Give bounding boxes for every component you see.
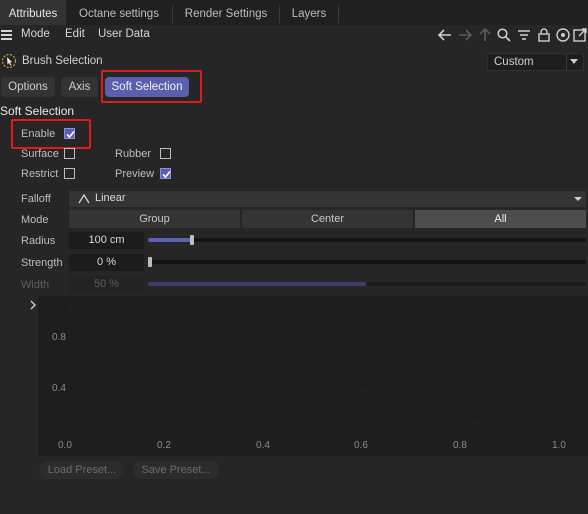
tab-divider — [338, 5, 339, 23]
search-icon[interactable] — [496, 27, 512, 43]
surface-checkbox[interactable] — [64, 148, 75, 159]
width-slider-fill — [148, 282, 366, 286]
mode-center-button[interactable]: Center — [242, 210, 413, 228]
graph-x-tick: 1.0 — [552, 440, 566, 451]
mode-group-button[interactable]: Group — [69, 210, 240, 228]
menu-mode[interactable]: Mode — [21, 28, 50, 40]
tab-layers[interactable]: Layers — [280, 0, 338, 27]
strength-slider-thumb[interactable] — [148, 257, 152, 267]
linear-falloff-icon — [78, 194, 90, 204]
highlight-box — [11, 119, 91, 149]
graph-grid — [65, 296, 559, 447]
rubber-checkbox[interactable] — [160, 148, 171, 159]
tab-attributes[interactable]: Attributes — [0, 0, 66, 27]
graph-x-tick: 0.0 — [58, 440, 72, 451]
graph-y-tick: 0.8 — [52, 332, 66, 343]
lock-icon[interactable] — [536, 27, 552, 43]
brush-tool-icon — [1, 53, 17, 69]
load-preset-button[interactable]: Load Preset... — [39, 461, 125, 479]
mode-all-button[interactable]: All — [415, 210, 586, 228]
graph-x-tick: 0.4 — [256, 440, 270, 451]
strength-field[interactable]: 0 % — [69, 254, 144, 271]
chevron-down-icon — [570, 59, 578, 64]
arrow-right-icon[interactable] — [457, 27, 473, 43]
radius-slider-track[interactable] — [148, 238, 586, 242]
falloff-label: Falloff — [21, 193, 51, 205]
menu-edit[interactable]: Edit — [65, 28, 85, 40]
strength-slider-track[interactable] — [148, 260, 586, 264]
radius-slider-thumb[interactable] — [190, 235, 194, 245]
subtab-axis[interactable]: Axis — [61, 77, 98, 97]
falloff-graph[interactable]: 0.8 0.4 0.0 0.2 0.4 0.6 0.8 1.0 — [38, 296, 588, 456]
falloff-dropdown[interactable]: Linear — [69, 191, 586, 207]
restrict-checkbox[interactable] — [64, 168, 75, 179]
mode-label: Mode — [21, 214, 49, 226]
width-label: Width — [21, 279, 50, 291]
width-field: 50 % — [69, 276, 144, 293]
radius-field[interactable]: 100 cm — [69, 232, 144, 249]
radius-label: Radius — [21, 235, 56, 247]
filter-icon[interactable] — [516, 27, 532, 43]
subtab-options[interactable]: Options — [1, 77, 55, 97]
check-icon — [162, 170, 171, 179]
graph-x-tick: 0.6 — [354, 440, 368, 451]
strength-label: Strength — [21, 257, 63, 269]
rubber-label: Rubber — [115, 148, 152, 160]
menu-user-data[interactable]: User Data — [98, 28, 150, 40]
object-title: Brush Selection — [22, 55, 103, 67]
graph-x-tick: 0.8 — [453, 440, 467, 451]
save-preset-button[interactable]: Save Preset... — [133, 461, 219, 479]
preset-value: Custom — [494, 56, 534, 68]
preview-checkbox[interactable] — [160, 168, 171, 179]
section-title: Soft Selection — [0, 104, 75, 118]
preset-dropdown[interactable]: Custom — [487, 53, 584, 71]
chevron-right-icon[interactable] — [28, 299, 38, 311]
new-window-icon[interactable] — [572, 27, 588, 43]
graph-x-tick: 0.2 — [157, 440, 171, 451]
arrow-left-icon[interactable] — [437, 27, 453, 43]
hamburger-menu-icon[interactable] — [1, 30, 12, 40]
falloff-value: Linear — [95, 192, 126, 204]
surface-label: Surface — [21, 148, 59, 160]
restrict-label: Restrict — [21, 168, 59, 180]
chevron-down-icon — [574, 197, 582, 201]
tab-octane-settings[interactable]: Octane settings — [66, 0, 172, 27]
graph-y-tick: 0.4 — [52, 383, 66, 394]
target-icon[interactable] — [555, 27, 571, 43]
radius-slider-fill — [148, 238, 192, 242]
highlight-box — [101, 70, 202, 103]
tab-render-settings[interactable]: Render Settings — [173, 0, 279, 27]
preview-label: Preview — [115, 168, 155, 180]
arrow-up-icon[interactable] — [477, 27, 493, 43]
